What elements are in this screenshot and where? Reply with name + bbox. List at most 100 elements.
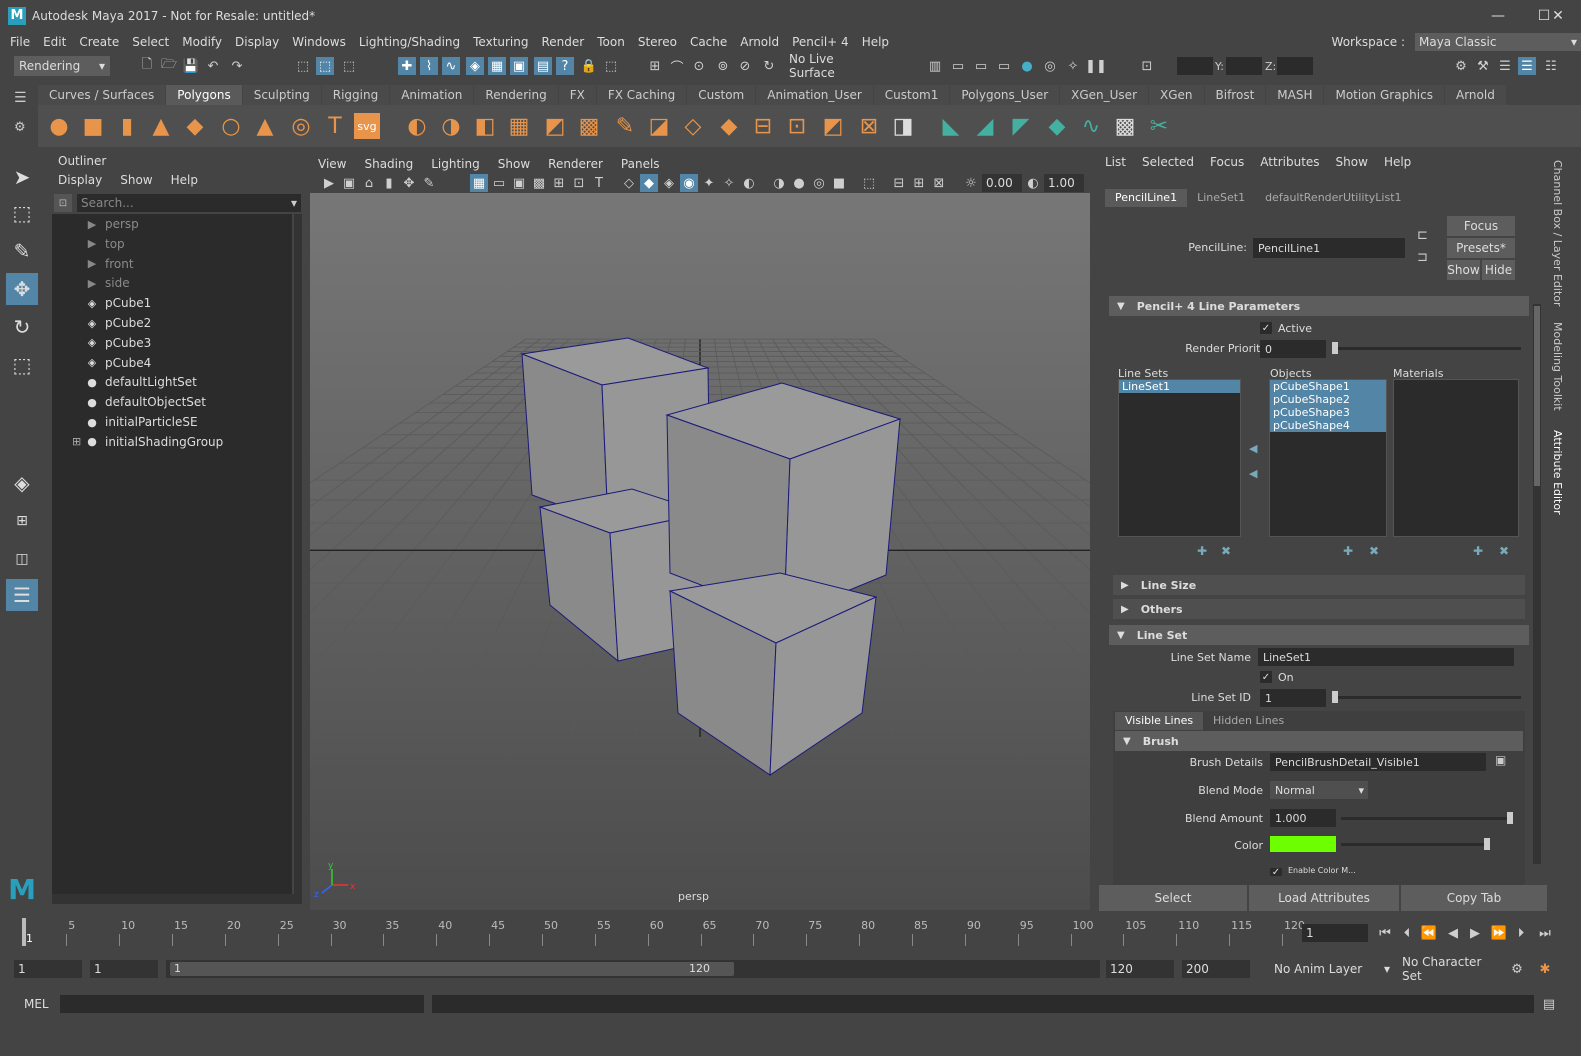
new-scene-icon[interactable]: 🗋: [138, 57, 156, 75]
shelf-tab-curves-surfaces[interactable]: Curves / Surfaces: [38, 85, 166, 105]
viewport-menu-lighting[interactable]: Lighting: [431, 157, 480, 171]
snap-grid-icon[interactable]: ⊞: [646, 57, 664, 75]
add-materials-icon[interactable]: ✚: [1473, 544, 1483, 558]
lock-icon[interactable]: 🔒: [580, 57, 598, 75]
uv-auto-icon[interactable]: ◆: [1042, 111, 1072, 141]
separate-icon[interactable]: ◑: [436, 111, 466, 141]
live-surface-field[interactable]: No Live Surface: [784, 52, 882, 80]
pause-icon[interactable]: ❚❚: [1085, 57, 1107, 75]
channel-box-icon[interactable]: ☷: [1542, 57, 1560, 75]
blend-amount-knob[interactable]: [1507, 812, 1513, 824]
view-2d-pan-icon[interactable]: ✥: [400, 174, 418, 192]
dof-icon[interactable]: ◎: [810, 174, 828, 192]
two-pane-icon[interactable]: ◫: [6, 543, 38, 575]
go-to-start-icon[interactable]: ⏮: [1376, 924, 1394, 942]
copy-tab-button[interactable]: Copy Tab: [1401, 885, 1547, 911]
animation-start-field[interactable]: 1: [14, 960, 82, 978]
delete-lineset-icon[interactable]: ✖: [1221, 544, 1231, 558]
isolate-icon[interactable]: ■: [830, 174, 848, 192]
poly-sphere-icon[interactable]: ●: [44, 111, 74, 141]
tab-visible-lines[interactable]: Visible Lines: [1115, 712, 1204, 730]
menu-display[interactable]: Display: [235, 35, 279, 49]
ae-menu-selected[interactable]: Selected: [1142, 155, 1194, 169]
side-tab-channel-box[interactable]: Channel Box / Layer Editor: [1551, 160, 1564, 307]
outliner-item-persp[interactable]: ▶ persp: [84, 214, 139, 234]
snap-surface-icon[interactable]: ⊘: [736, 57, 754, 75]
menu-select[interactable]: Select: [132, 35, 169, 49]
section-others[interactable]: ▶ Others: [1113, 599, 1525, 619]
select-joints-icon[interactable]: ⌇: [420, 57, 438, 75]
anti-alias-icon[interactable]: ●: [790, 174, 808, 192]
script-editor-icon[interactable]: ▤: [1540, 995, 1558, 1013]
ae-menu-help[interactable]: Help: [1384, 155, 1411, 169]
redo-icon[interactable]: ↷: [228, 57, 246, 75]
open-scene-icon[interactable]: 🗁: [160, 57, 178, 75]
list-item[interactable]: pCubeShape3: [1270, 406, 1386, 419]
blend-amount-slider[interactable]: [1341, 817, 1511, 820]
materials-list[interactable]: [1393, 379, 1519, 537]
scale-tool-icon[interactable]: ⬚: [6, 349, 38, 381]
ae-menu-show[interactable]: Show: [1336, 155, 1368, 169]
uv-spherical-icon[interactable]: ◤: [1006, 111, 1036, 141]
character-set-dropdown[interactable]: No Character Set: [1398, 955, 1502, 983]
xray-active-icon[interactable]: ⊞: [910, 174, 928, 192]
menu-lighting-shading[interactable]: Lighting/Shading: [359, 35, 460, 49]
preferences-icon[interactable]: ⚙: [1508, 960, 1526, 978]
wireframe-icon[interactable]: ◇: [620, 174, 638, 192]
render-settings-icon[interactable]: ▥: [926, 57, 944, 75]
playback-end-field[interactable]: 120: [1106, 960, 1174, 978]
ao-icon[interactable]: ◐: [740, 174, 758, 192]
combine-icon[interactable]: ◐: [402, 111, 432, 141]
multi-cut-icon[interactable]: ✎: [610, 111, 640, 141]
select-misc-icon[interactable]: ?: [556, 57, 574, 75]
menu-create[interactable]: Create: [79, 35, 119, 49]
gamma-icon[interactable]: ◐: [1024, 174, 1042, 192]
show-button[interactable]: Show: [1447, 260, 1480, 280]
poly-cube-icon[interactable]: ■: [78, 111, 108, 141]
ae-menu-attributes[interactable]: Attributes: [1260, 155, 1319, 169]
z-field[interactable]: [1277, 57, 1313, 75]
enable-color-map-checkbox[interactable]: ✓: [1270, 868, 1282, 876]
delete-objects-icon[interactable]: ✖: [1369, 544, 1379, 558]
shelf-tab-sculpting[interactable]: Sculpting: [242, 85, 321, 105]
menu-render[interactable]: Render: [542, 35, 585, 49]
exposure-icon[interactable]: ☼: [962, 174, 980, 192]
hypershade-icon[interactable]: ●: [1018, 57, 1036, 75]
safe-title-icon[interactable]: T: [590, 174, 608, 192]
render-priority-field[interactable]: 0: [1260, 340, 1326, 358]
textured-icon[interactable]: ◉: [680, 174, 698, 192]
lasso-tool-icon[interactable]: ⬚: [6, 197, 38, 229]
go-to-end-icon[interactable]: ⏭: [1536, 924, 1554, 942]
outliner-item-front[interactable]: ▶ front: [84, 254, 134, 274]
shelf-tab-polygons[interactable]: Polygons: [166, 85, 242, 105]
ae-scroll-thumb[interactable]: [1534, 306, 1540, 486]
workspace-dropdown[interactable]: Maya Classic ▾: [1415, 32, 1581, 51]
bookmarks-icon[interactable]: ⌂: [360, 174, 378, 192]
outliner-layout-icon[interactable]: ☰: [6, 579, 38, 611]
brush-details-field[interactable]: PencilBrushDetail_Visible1: [1270, 753, 1486, 771]
outliner-menu-display[interactable]: Display: [58, 173, 102, 187]
highlight-icon[interactable]: ⬚: [602, 57, 620, 75]
shelf-tab-mash[interactable]: MASH: [1266, 85, 1324, 105]
output-connection-icon[interactable]: ⊐: [1417, 250, 1428, 265]
add-objects-icon[interactable]: ✚: [1343, 544, 1353, 558]
active-checkbox[interactable]: ✓: [1260, 322, 1272, 334]
playback-start-field[interactable]: 1: [90, 960, 158, 978]
list-item[interactable]: LineSet1: [1119, 380, 1240, 393]
input-connection-icon[interactable]: ⊏: [1417, 228, 1428, 243]
time-slider[interactable]: 1 5 10 15 20 25 30 35 40 45 50 55 60 65 70 75 80 85 90 95 10…: [18, 916, 1305, 948]
outliner-menu-show[interactable]: Show: [120, 173, 152, 187]
outliner-item-pcube4[interactable]: ◈ pCube4: [84, 353, 151, 373]
menu-texturing[interactable]: Texturing: [473, 35, 528, 49]
viewport-menu-renderer[interactable]: Renderer: [548, 157, 603, 171]
grid-icon[interactable]: ▦: [470, 174, 488, 192]
outliner-search-input[interactable]: Search... ▾: [77, 194, 301, 212]
poly-cone-icon[interactable]: ▲: [146, 111, 176, 141]
shelf-tab-rigging[interactable]: Rigging: [321, 85, 390, 105]
animation-end-field[interactable]: 200: [1182, 960, 1250, 978]
render-view-icon[interactable]: ▭: [995, 57, 1013, 75]
shelf-tab-fx[interactable]: FX: [558, 85, 596, 105]
add-object-arrow-icon[interactable]: ◀: [1249, 442, 1257, 455]
edge-loop-icon[interactable]: ⊟: [748, 111, 778, 141]
menu-arnold[interactable]: Arnold: [740, 35, 779, 49]
